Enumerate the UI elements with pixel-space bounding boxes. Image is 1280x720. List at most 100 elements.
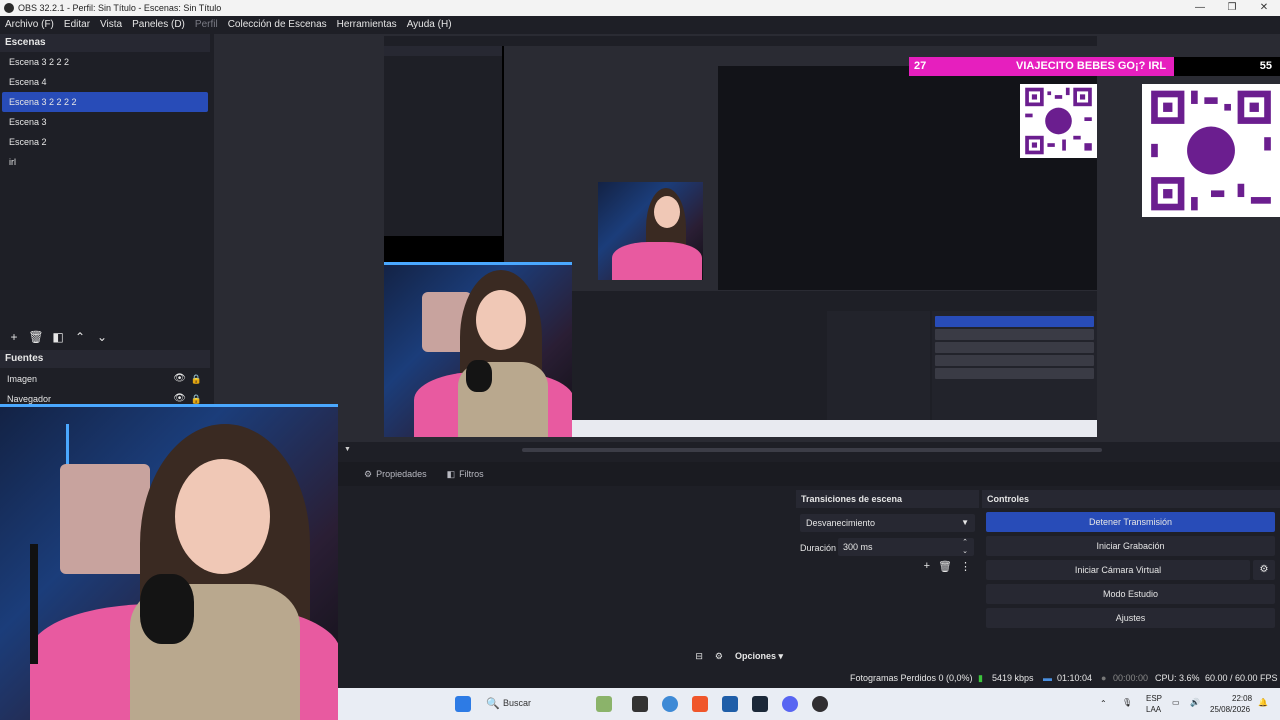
properties-toolbar: ⚙ Propiedades ◧ Filtros bbox=[338, 462, 1280, 486]
menu-file[interactable]: Archivo (F) bbox=[0, 19, 59, 30]
remove-scene-icon[interactable]: 🗑 bbox=[26, 330, 46, 344]
search-icon[interactable]: 🔍 bbox=[486, 697, 500, 710]
filters-button[interactable]: ◧ Filtros bbox=[437, 462, 494, 486]
studio-mode-button[interactable]: Modo Estudio bbox=[986, 584, 1275, 604]
menu-edit[interactable]: Editar bbox=[59, 19, 95, 30]
menu-tools[interactable]: Herramientas bbox=[332, 19, 402, 30]
scenes-list: Escena 3 2 2 2 Escena 4 Escena 3 2 2 2 2… bbox=[0, 52, 210, 328]
stream-overlay-bar: 27 VIAJECITO BEBES GO¡? IRL 55 bbox=[909, 57, 1280, 76]
obs-icon[interactable] bbox=[812, 696, 828, 712]
volume-icon[interactable]: 🔊 bbox=[1190, 698, 1200, 707]
task-view-icon[interactable] bbox=[632, 696, 648, 712]
duration-value: 300 ms bbox=[843, 542, 873, 552]
virtual-camera-settings-icon[interactable]: ⚙ bbox=[1253, 560, 1275, 580]
duration-field[interactable]: 300 ms ⌃ ⌄ bbox=[838, 538, 974, 556]
collapse-arrow-icon[interactable]: ▼ bbox=[344, 446, 351, 453]
led-strip bbox=[0, 404, 338, 407]
options-button[interactable]: Opciones ▾ bbox=[735, 651, 783, 662]
remove-transition-icon[interactable]: 🗑 bbox=[938, 560, 952, 573]
microphone bbox=[466, 360, 492, 392]
dropped-frames: Fotogramas Perdidos 0 (0,0%) bbox=[850, 673, 973, 683]
program-canvas[interactable] bbox=[384, 36, 1097, 437]
scenes-dock-title: Escenas bbox=[0, 34, 210, 52]
more-options-icon[interactable]: ⋮ bbox=[960, 560, 971, 573]
keyboard-lang-1[interactable]: ESP bbox=[1146, 694, 1162, 703]
scene-filters-icon[interactable]: ◧ bbox=[48, 330, 68, 344]
nested-button bbox=[935, 316, 1094, 327]
notifications-icon[interactable]: 🔔 bbox=[1258, 698, 1268, 707]
windows-start-icon[interactable] bbox=[455, 696, 471, 712]
transition-select[interactable]: Desvanecimiento ▼ bbox=[800, 514, 975, 532]
widgets-icon[interactable] bbox=[596, 696, 612, 712]
menu-help[interactable]: Ayuda (H) bbox=[402, 19, 457, 30]
start-recording-button[interactable]: Iniciar Grabación bbox=[986, 536, 1275, 556]
windows-taskbar: 🔍 Buscar ⌃ 🎙 ESP LAA ▭ 🔊 22:08 25/08/202… bbox=[338, 688, 1280, 720]
window-title: OBS 32.2.1 - Perfil: Sin Título - Escena… bbox=[18, 3, 222, 13]
stop-stream-button[interactable]: Detener Transmisión bbox=[986, 512, 1275, 532]
source-item[interactable]: Imagen 👁 🔒 bbox=[0, 369, 210, 389]
copilot-icon[interactable] bbox=[662, 696, 678, 712]
scene-item[interactable]: irl bbox=[2, 152, 208, 172]
virtual-camera-button[interactable]: Iniciar Cámara Virtual bbox=[986, 560, 1250, 580]
spinner-icon[interactable]: ⌃ ⌄ bbox=[962, 538, 968, 556]
taskbar-search-label[interactable]: Buscar bbox=[503, 698, 531, 708]
steam-icon[interactable] bbox=[752, 696, 768, 712]
add-scene-icon[interactable]: + bbox=[4, 330, 24, 344]
qr-code-icon bbox=[1021, 84, 1096, 158]
nested-button bbox=[935, 342, 1094, 353]
menu-profile[interactable]: Perfil bbox=[190, 19, 223, 30]
minimize-button[interactable]: — bbox=[1184, 0, 1216, 16]
transitions-panel: Transiciones de escena Desvanecimiento ▼… bbox=[796, 490, 979, 666]
network-icon[interactable]: ▭ bbox=[1172, 698, 1180, 707]
clock-time[interactable]: 22:08 bbox=[1232, 694, 1252, 703]
add-transition-icon[interactable]: + bbox=[924, 560, 930, 573]
scene-item[interactable]: Escena 2 bbox=[2, 132, 208, 152]
source-label: Navegador bbox=[7, 394, 52, 404]
properties-label: Propiedades bbox=[376, 469, 427, 479]
menu-scene-collection[interactable]: Colección de Escenas bbox=[223, 19, 332, 30]
store-icon[interactable] bbox=[722, 696, 738, 712]
settings-cog-icon[interactable]: ⚙ bbox=[715, 651, 723, 662]
title-bar: OBS 32.2.1 - Perfil: Sin Título - Escena… bbox=[0, 0, 1280, 16]
menu-view[interactable]: Vista bbox=[95, 19, 127, 30]
scene-item[interactable]: Escena 3 bbox=[2, 112, 208, 132]
overlay-right-count: 55 bbox=[1259, 60, 1272, 72]
scene-item[interactable]: Escena 3 2 2 2 bbox=[2, 52, 208, 72]
move-down-icon[interactable]: ⌄ bbox=[92, 330, 112, 344]
duration-label: Duración bbox=[800, 543, 837, 553]
face bbox=[654, 196, 680, 228]
discord-icon[interactable] bbox=[782, 696, 798, 712]
nested-scenes-title bbox=[384, 46, 502, 56]
chair bbox=[60, 464, 150, 574]
qr-code-icon bbox=[1144, 84, 1278, 217]
mic-arm bbox=[30, 544, 38, 664]
controls-panel: Controles Detener Transmisión Iniciar Gr… bbox=[982, 490, 1280, 666]
settings-button[interactable]: Ajustes bbox=[986, 608, 1275, 628]
transition-tools: + 🗑 ⋮ bbox=[924, 560, 971, 573]
scene-item[interactable]: Escena 4 bbox=[2, 72, 208, 92]
layout-icon[interactable]: ⊟ bbox=[695, 651, 703, 662]
signal-icon: ▮ bbox=[978, 673, 983, 683]
nested-button bbox=[935, 368, 1094, 379]
keyboard-lang-2[interactable]: LAA bbox=[1146, 705, 1161, 714]
clock-date[interactable]: 25/08/2026 bbox=[1210, 705, 1250, 714]
horizontal-scrollbar[interactable] bbox=[522, 448, 1102, 452]
qr-code-image-large bbox=[1142, 84, 1280, 217]
qr-code-image bbox=[1020, 84, 1097, 158]
nested-button bbox=[935, 329, 1094, 340]
chevron-down-icon: ▼ bbox=[961, 518, 969, 527]
stream-time: 01:10:04 bbox=[1057, 673, 1093, 683]
move-up-icon[interactable]: ⌃ bbox=[70, 330, 90, 344]
filters-label: Filtros bbox=[459, 469, 484, 479]
chevron-up-icon[interactable]: ⌃ bbox=[1100, 699, 1107, 708]
maximize-button[interactable]: ❐ bbox=[1216, 0, 1248, 16]
microphone-icon[interactable]: 🎙 bbox=[1122, 698, 1132, 707]
close-button[interactable]: ✕ bbox=[1248, 0, 1280, 16]
brave-icon[interactable] bbox=[692, 696, 708, 712]
properties-button[interactable]: ⚙ Propiedades bbox=[354, 462, 437, 486]
menu-docks[interactable]: Paneles (D) bbox=[127, 19, 190, 30]
lock-icon[interactable]: 🔒 bbox=[191, 369, 202, 389]
eye-icon[interactable]: 👁 bbox=[173, 369, 186, 389]
scene-item-selected[interactable]: Escena 3 2 2 2 2 bbox=[2, 92, 208, 112]
transitions-title: Transiciones de escena bbox=[796, 490, 979, 508]
